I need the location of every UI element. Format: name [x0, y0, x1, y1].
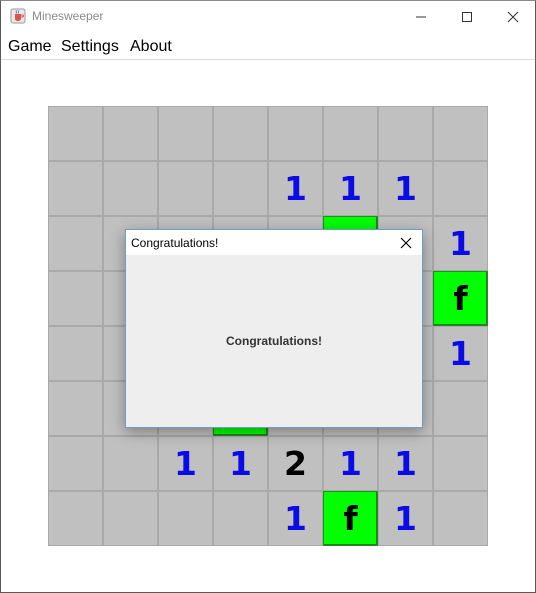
- board-cell[interactable]: [158, 161, 213, 216]
- board-cell[interactable]: [48, 161, 103, 216]
- minesweeper-window: Minesweeper Game Settings About 1111f111…: [0, 0, 536, 593]
- window-title: Minesweeper: [32, 9, 104, 23]
- board-cell[interactable]: [103, 491, 158, 546]
- board-cell[interactable]: [103, 161, 158, 216]
- board-cell[interactable]: 1: [158, 436, 213, 491]
- minimize-button[interactable]: [398, 1, 443, 32]
- dialog-close-button[interactable]: [394, 232, 418, 254]
- dialog-title: Congratulations!: [131, 236, 219, 250]
- board-cell[interactable]: [433, 381, 488, 436]
- board-cell[interactable]: [48, 271, 103, 326]
- dialog-title-bar[interactable]: Congratulations!: [126, 230, 422, 255]
- menu-bar: Game Settings About: [1, 32, 535, 60]
- dialog-message: Congratulations!: [226, 334, 322, 348]
- board-cell[interactable]: [48, 326, 103, 381]
- board-cell[interactable]: 1: [268, 491, 323, 546]
- board-cell[interactable]: [213, 106, 268, 161]
- close-icon: [400, 237, 412, 249]
- board-cell[interactable]: 2: [268, 436, 323, 491]
- board-cell[interactable]: [213, 161, 268, 216]
- board-cell[interactable]: 1: [378, 491, 433, 546]
- board-cell[interactable]: 1: [378, 161, 433, 216]
- board-cell[interactable]: f: [433, 271, 488, 326]
- board-cell[interactable]: [158, 106, 213, 161]
- board-cell[interactable]: [48, 216, 103, 271]
- board-cell[interactable]: 1: [378, 436, 433, 491]
- board-cell[interactable]: 1: [268, 161, 323, 216]
- board-cell[interactable]: [158, 491, 213, 546]
- close-icon: [507, 11, 518, 22]
- board-cell[interactable]: [48, 491, 103, 546]
- menu-settings[interactable]: Settings: [61, 38, 119, 56]
- board-cell[interactable]: [433, 161, 488, 216]
- minimize-icon: [415, 16, 426, 17]
- menu-game[interactable]: Game: [8, 38, 52, 56]
- board-cell[interactable]: [323, 106, 378, 161]
- menu-about[interactable]: About: [130, 38, 172, 56]
- board-cell[interactable]: f: [323, 491, 378, 546]
- board-cell[interactable]: 1: [323, 436, 378, 491]
- congratulations-dialog: Congratulations! Congratulations!: [125, 229, 423, 428]
- close-button[interactable]: [490, 1, 535, 32]
- board-cell[interactable]: [378, 106, 433, 161]
- title-bar[interactable]: Minesweeper: [1, 1, 535, 32]
- board-cell[interactable]: 1: [323, 161, 378, 216]
- board-cell[interactable]: [48, 106, 103, 161]
- board-cell[interactable]: [433, 436, 488, 491]
- board-cell[interactable]: [48, 436, 103, 491]
- board-cell[interactable]: [103, 436, 158, 491]
- board-cell[interactable]: 1: [433, 326, 488, 381]
- board-cell[interactable]: [213, 491, 268, 546]
- board-cell[interactable]: [268, 106, 323, 161]
- board-cell[interactable]: [48, 381, 103, 436]
- java-cup-icon: [10, 8, 26, 24]
- board-cell[interactable]: 1: [213, 436, 268, 491]
- maximize-button[interactable]: [444, 1, 489, 32]
- board-cell[interactable]: 1: [433, 216, 488, 271]
- board-cell[interactable]: [433, 106, 488, 161]
- board-cell[interactable]: [103, 106, 158, 161]
- board-cell[interactable]: [433, 491, 488, 546]
- maximize-icon: [461, 11, 472, 22]
